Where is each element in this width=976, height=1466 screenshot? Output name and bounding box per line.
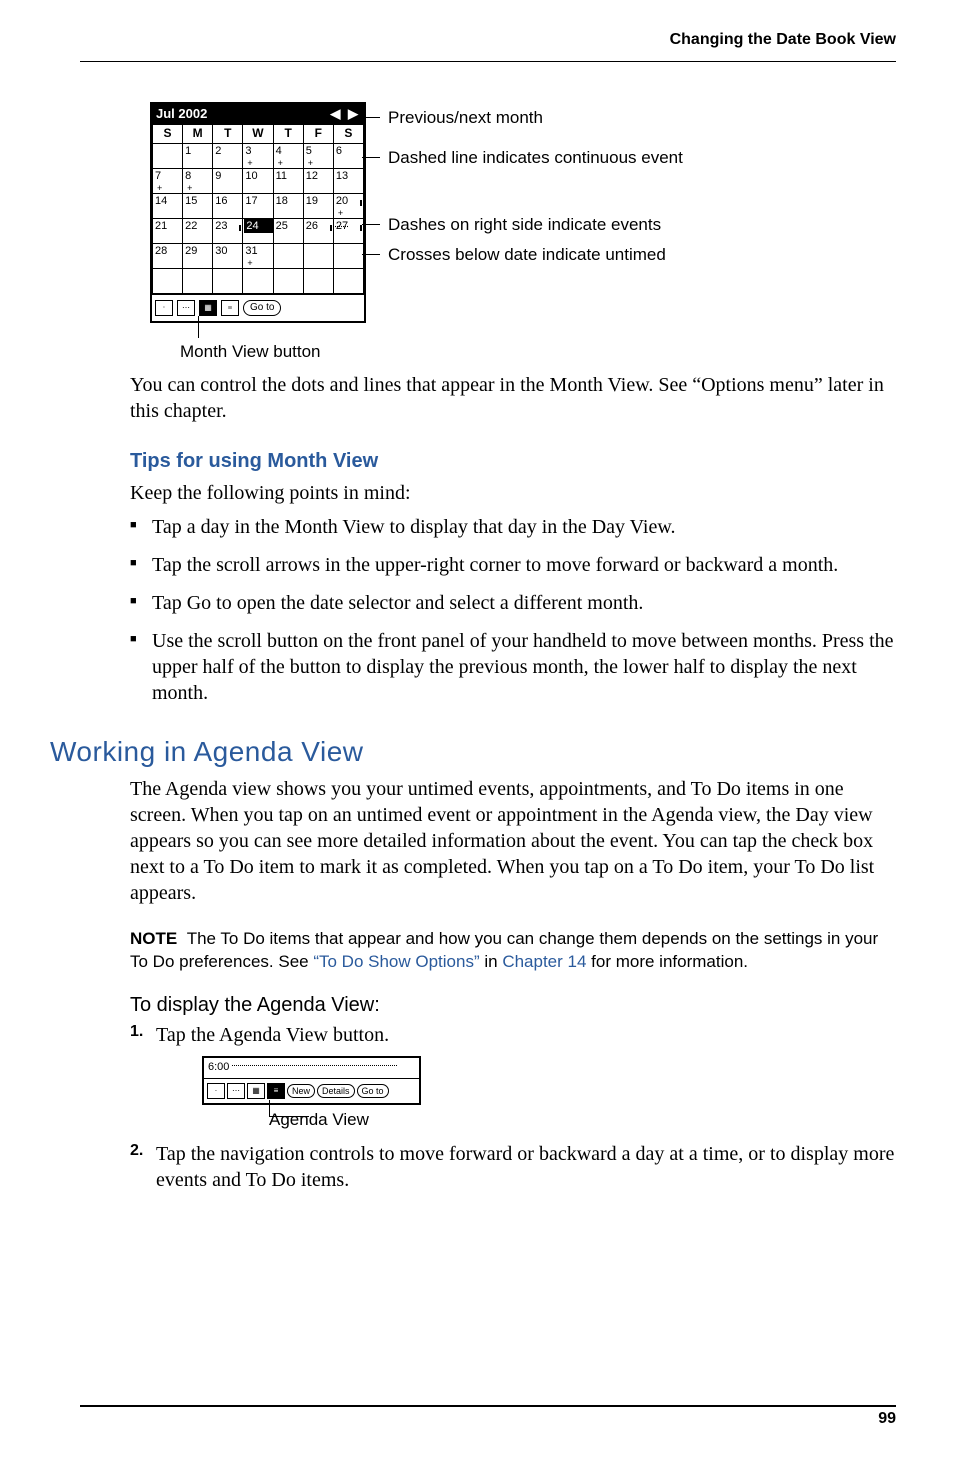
display-agenda-heading: To display the Agenda View:: [130, 992, 896, 1018]
agenda-month-btn[interactable]: ▦: [247, 1083, 265, 1099]
agenda-view-label: Agenda View: [269, 1109, 896, 1131]
week-3: 14 15 16 17 18 19 20: [153, 193, 364, 218]
callout-line-2: [362, 157, 380, 158]
tip-4: Use the scroll button on the front panel…: [152, 628, 896, 706]
goto-button[interactable]: Go to: [243, 300, 281, 316]
dh-s2: S: [333, 125, 363, 144]
note-t2: in: [480, 952, 503, 971]
day-header-row: S M T W T F S: [153, 125, 364, 144]
note-label: NOTE: [130, 929, 177, 948]
week-6: [153, 268, 364, 293]
tips-heading: Tips for using Month View: [130, 448, 896, 474]
steps-list: 1. Tap the Agenda View button. 6:00 · ⋯ …: [130, 1022, 896, 1193]
agenda-figure: 6:00 · ⋯ ▦ ≡ New Details Go to: [202, 1056, 896, 1105]
callout-crosses: Crosses below date indicate untimed: [388, 245, 666, 265]
h2-wrap: Working in Agenda View: [50, 734, 896, 770]
agenda-device: 6:00 · ⋯ ▦ ≡ New Details Go to: [202, 1056, 421, 1105]
note-t3: for more information.: [586, 952, 748, 971]
week-2: 7 8 9 10 11 12 13: [153, 168, 364, 193]
main-content: Jul 2002 ◀ ▶ S M T W T F S 1: [130, 102, 896, 706]
day-view-button[interactable]: ·: [155, 300, 173, 316]
view-buttons-bar: · ⋯ ▦ ≡ Go to: [152, 294, 364, 321]
dh-w: W: [243, 125, 273, 144]
agenda-details-btn[interactable]: Details: [317, 1084, 355, 1098]
agenda-week-btn[interactable]: ⋯: [227, 1083, 245, 1099]
step-2-num: 2.: [130, 1141, 143, 1162]
note-paragraph: NOTE The To Do items that appear and how…: [130, 928, 896, 974]
agenda-view-button[interactable]: ≡: [221, 300, 239, 316]
agenda-paragraph: The Agenda view shows you your untimed e…: [130, 776, 896, 906]
week-4: 21 22 23 24 25 26 27: [153, 218, 364, 243]
agenda-goto-btn[interactable]: Go to: [357, 1084, 389, 1098]
callout-prev-next: Previous/next month: [388, 108, 543, 128]
step-2: 2. Tap the navigation controls to move f…: [156, 1141, 896, 1193]
tip-3: Tap Go to open the date selector and sel…: [152, 590, 896, 616]
callout-line-4: [362, 254, 380, 255]
agenda-time-row: 6:00: [204, 1058, 419, 1078]
todo-options-link[interactable]: “To Do Show Options”: [313, 952, 479, 971]
step-1: 1. Tap the Agenda View button. 6:00 · ⋯ …: [156, 1022, 896, 1131]
callout-dashed-line: Dashed line indicates continuous event: [388, 148, 683, 168]
dh-s: S: [153, 125, 183, 144]
dh-f: F: [303, 125, 333, 144]
month-device: Jul 2002 ◀ ▶ S M T W T F S 1: [150, 102, 366, 323]
step-1-num: 1.: [130, 1022, 143, 1043]
dotted-line: [232, 1065, 397, 1066]
step-1-text: Tap the Agenda View button.: [156, 1024, 389, 1046]
prev-next-month-arrows[interactable]: ◀ ▶: [330, 106, 360, 123]
month-title-bar: Jul 2002 ◀ ▶: [152, 104, 364, 125]
keep-points-text: Keep the following points in mind:: [130, 480, 896, 506]
agenda-time: 6:00: [208, 1061, 229, 1073]
agenda-button-bar: · ⋯ ▦ ≡ New Details Go to: [204, 1078, 419, 1103]
chapter-14-link[interactable]: Chapter 14: [502, 952, 586, 971]
week-1: 1 2 3 4 5 6: [153, 143, 364, 168]
week-5: 28 29 30 31: [153, 243, 364, 268]
agenda-heading: Working in Agenda View: [50, 734, 896, 770]
av-line: [269, 1100, 270, 1116]
month-figure: Jul 2002 ◀ ▶ S M T W T F S 1: [130, 102, 896, 362]
dh-m: M: [183, 125, 213, 144]
tip-1: Tap a day in the Month View to display t…: [152, 514, 896, 540]
dh-t: T: [213, 125, 243, 144]
month-view-button[interactable]: ▦: [199, 300, 217, 316]
calendar-grid[interactable]: S M T W T F S 1 2 3 4 5: [152, 125, 364, 294]
agenda-content: The Agenda view shows you your untimed e…: [130, 776, 896, 1193]
month-label: Jul 2002: [156, 106, 207, 123]
agenda-new-btn[interactable]: New: [287, 1084, 315, 1098]
section-title: Changing the Date Book View: [670, 31, 896, 48]
step-2-text: Tap the navigation controls to move forw…: [156, 1143, 894, 1191]
agenda-view-btn[interactable]: ≡: [267, 1083, 285, 1099]
mv-line-v: [198, 316, 199, 338]
dh-t2: T: [273, 125, 303, 144]
page-number: 99: [878, 1410, 896, 1427]
tips-list: Tap a day in the Month View to display t…: [130, 514, 896, 706]
intro-paragraph: You can control the dots and lines that …: [130, 372, 896, 424]
page-header: Changing the Date Book View: [80, 30, 896, 62]
page-footer: 99: [80, 1405, 896, 1430]
month-view-button-label: Month View button: [180, 338, 321, 364]
callout-dashes-right: Dashes on right side indicate events: [388, 215, 661, 235]
week-view-button[interactable]: ⋯: [177, 300, 195, 316]
av-line-h: [269, 1116, 309, 1117]
callout-line-1: [362, 117, 380, 118]
page: Changing the Date Book View Jul 2002 ◀ ▶…: [0, 0, 976, 1466]
agenda-day-btn[interactable]: ·: [207, 1083, 225, 1099]
tip-2: Tap the scroll arrows in the upper-right…: [152, 552, 896, 578]
callout-line-3: [362, 224, 380, 225]
